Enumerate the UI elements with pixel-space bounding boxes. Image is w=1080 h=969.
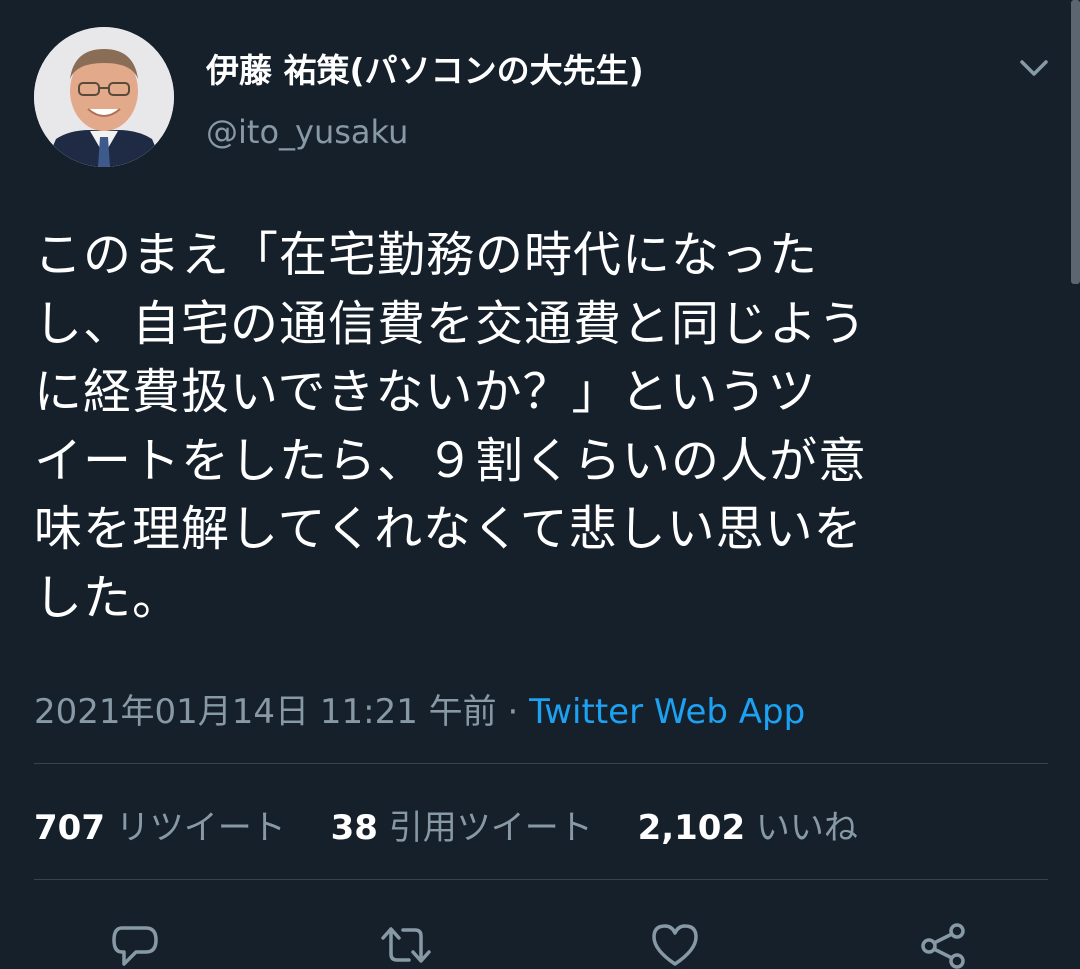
- likes-stat[interactable]: 2,102 いいね: [638, 808, 858, 848]
- divider: [34, 763, 1048, 764]
- display-name[interactable]: 伊藤 祐策(パソコンの大先生): [206, 44, 644, 92]
- divider: [34, 879, 1048, 880]
- reply-icon[interactable]: [108, 920, 162, 969]
- chevron-down-icon[interactable]: [1014, 50, 1054, 84]
- tweet-text: このまえ「在宅勤務の時代になった し、自宅の通信費を交通費と同じよう に経費扱い…: [34, 227, 868, 626]
- retweets-count: 707: [34, 808, 105, 848]
- heart-icon[interactable]: [648, 920, 702, 969]
- source-link[interactable]: Twitter Web App: [529, 692, 805, 732]
- retweets-label: リツイート: [115, 808, 286, 848]
- timestamp[interactable]: 2021年01月14日 11:21 午前: [34, 692, 497, 732]
- retweets-stat[interactable]: 707 リツイート: [34, 808, 286, 848]
- tweet-detail-view: 伊藤 祐策(パソコンの大先生) @ito_yusaku このまえ「在宅勤務の時代…: [0, 0, 1080, 969]
- quotes-count: 38: [330, 808, 378, 848]
- share-icon[interactable]: [917, 920, 971, 969]
- likes-label: いいね: [755, 808, 858, 848]
- engagement-stats: 707 リツイート 38 引用ツイート 2,102 いいね: [34, 800, 892, 849]
- avatar[interactable]: [34, 27, 174, 167]
- retweet-icon[interactable]: [379, 920, 433, 969]
- scrollbar[interactable]: [1071, 0, 1080, 284]
- meta-separator: ·: [496, 692, 530, 732]
- quotes-stat[interactable]: 38 引用ツイート: [331, 808, 593, 848]
- tweet-meta: 2021年01月14日 11:21 午前 · Twitter Web App: [34, 684, 805, 733]
- quotes-label: 引用ツイート: [388, 808, 593, 848]
- action-bar: [0, 912, 1080, 969]
- user-handle[interactable]: @ito_yusaku: [206, 113, 408, 151]
- likes-count: 2,102: [637, 808, 746, 848]
